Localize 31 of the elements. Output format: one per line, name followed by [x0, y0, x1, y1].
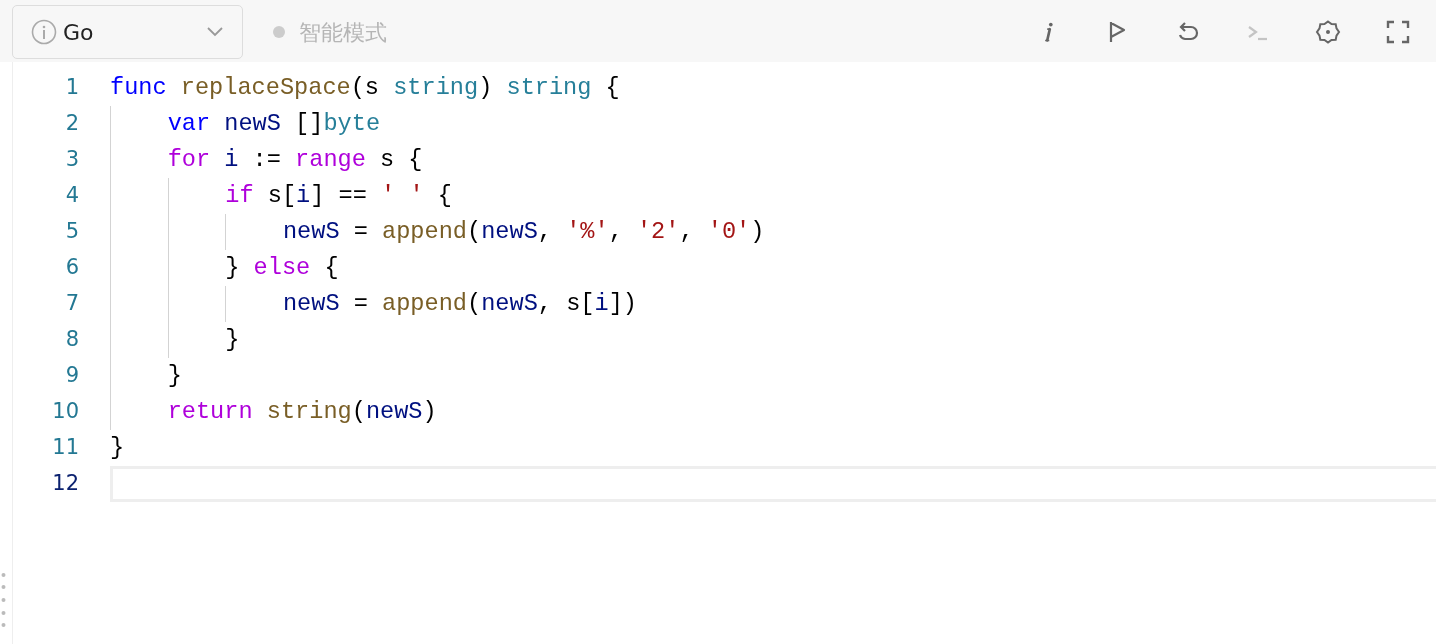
line-number: 9 — [64, 362, 79, 390]
line-number: 10 — [51, 398, 79, 426]
code-line: } else { — [110, 250, 1436, 286]
code-line: } — [110, 433, 126, 463]
language-dropdown[interactable]: Go — [12, 5, 243, 59]
code-line: newS = append(newS, s[i]) — [110, 286, 1436, 322]
code-line: if s[i] == ' ' { — [110, 178, 1436, 214]
caret-icon — [206, 26, 224, 38]
code-line: } — [110, 358, 1436, 394]
line-number: 4 — [64, 182, 79, 210]
line-number: 7 — [64, 290, 79, 318]
line-number: 1 — [64, 74, 79, 102]
code-line: for i := range s { — [110, 142, 1436, 178]
line-number: 3 — [64, 146, 79, 174]
code-line: func replaceSpace(s string) string { — [110, 73, 621, 103]
fullscreen-icon — [1385, 19, 1411, 45]
info-icon — [31, 19, 57, 45]
line-number: 12 — [51, 470, 79, 498]
line-number: 8 — [64, 326, 79, 354]
code-line: newS = append(newS, '%', '2', '0') — [110, 214, 1436, 250]
line-number: 11 — [51, 434, 79, 462]
info-icon — [1043, 22, 1053, 42]
settings-icon — [1315, 19, 1341, 45]
line-number: 6 — [64, 254, 79, 282]
code-line: var newS []byte — [110, 106, 1436, 142]
code-line: return string(newS) — [110, 394, 1436, 430]
code-line: } — [110, 322, 1436, 358]
language-value: Go — [63, 18, 94, 47]
line-number: 2 — [64, 110, 79, 138]
drag-handle-icon[interactable] — [1, 572, 6, 628]
line-number: 5 — [64, 218, 79, 246]
